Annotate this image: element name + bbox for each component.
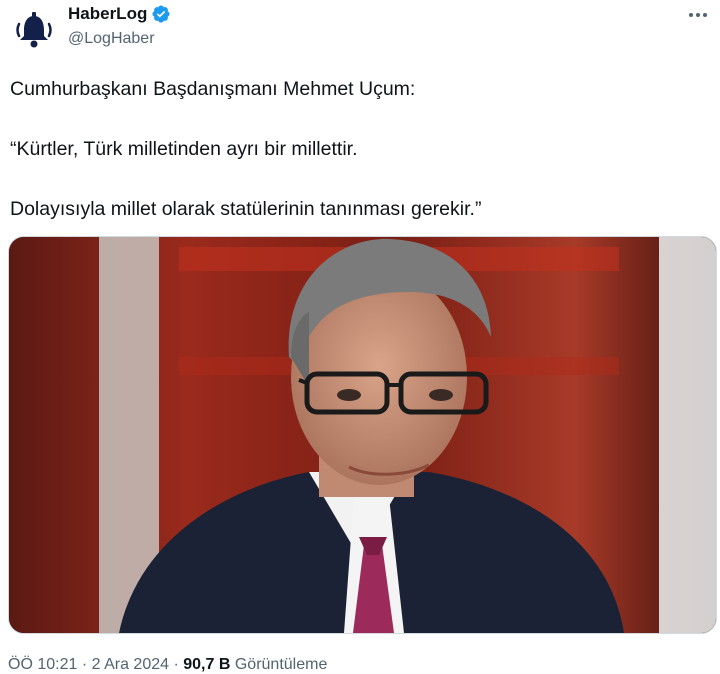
tweet-line: Cumhurbaşkanı Başdanışmanı Mehmet Uçum: <box>10 78 416 100</box>
photo-man-in-suit <box>9 237 716 633</box>
meta-separator: · <box>81 656 88 673</box>
tweet-date[interactable]: 2 Ara 2024 <box>92 656 169 673</box>
avatar[interactable] <box>10 6 58 54</box>
author-name-row: HaberLog <box>68 4 171 24</box>
more-dots-icon[interactable] <box>682 4 714 26</box>
bell-icon <box>16 12 52 48</box>
meta-separator: · <box>173 656 179 673</box>
tweet-line: “Kürtler, Türk milletinden ayrı bir mill… <box>10 138 358 160</box>
views-count[interactable]: 90,7 B <box>183 656 230 673</box>
author-name[interactable]: HaberLog <box>68 4 147 24</box>
tweet-line: Dolayısıyla millet olarak statülerinin t… <box>10 198 482 220</box>
tweet-text: Cumhurbaşkanı Başdanışmanı Mehmet Uçum: … <box>10 74 710 224</box>
tweet-photo[interactable] <box>8 236 717 634</box>
more-dots-glyph <box>689 13 707 17</box>
tweet-header: HaberLog @LogHaber <box>0 0 720 60</box>
tweet-meta: ÖÖ 10:21 · 2 Ara 2024 · 90,7 B Görüntüle… <box>8 656 327 674</box>
tweet-time[interactable]: ÖÖ 10:21 <box>8 656 77 673</box>
views-label: Görüntüleme <box>234 656 328 673</box>
author-handle[interactable]: @LogHaber <box>68 30 155 48</box>
verified-badge-icon <box>152 5 170 23</box>
